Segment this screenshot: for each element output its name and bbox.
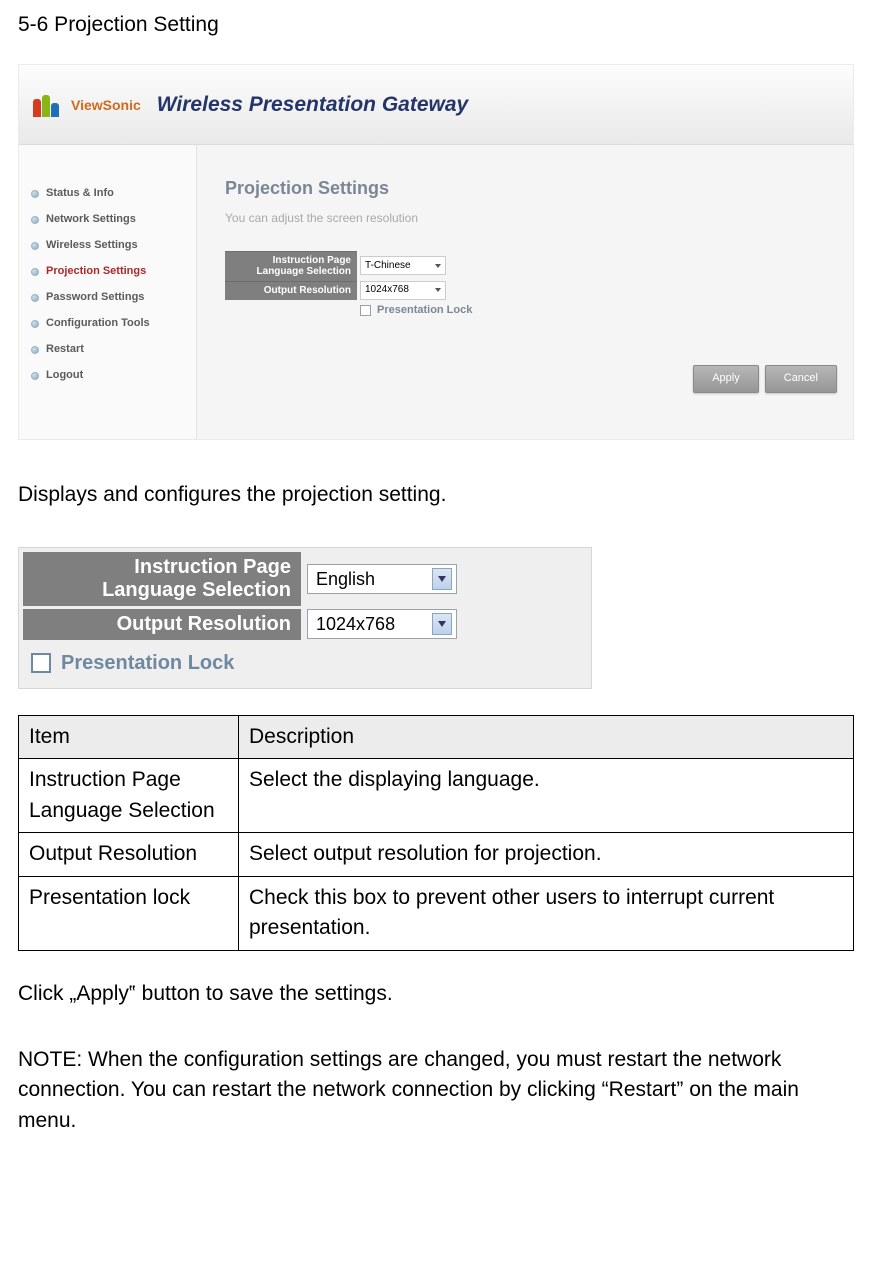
sidebar-item-configuration-tools[interactable]: Configuration Tools bbox=[19, 311, 196, 337]
description-table: Item Description Instruction Page Langua… bbox=[18, 715, 854, 951]
sidebar-item-label: Status & Info bbox=[46, 186, 114, 202]
sidebar-item-label: Configuration Tools bbox=[46, 316, 150, 332]
table-cell-desc: Select output resolution for projection. bbox=[239, 833, 854, 876]
bullet-icon bbox=[31, 372, 39, 380]
panel-title: Projection Settings bbox=[225, 175, 825, 201]
table-row: Presentation lockCheck this box to preve… bbox=[19, 876, 854, 950]
chevron-down-icon bbox=[435, 288, 441, 292]
bullet-icon bbox=[31, 320, 39, 328]
resolution-value-large: 1024x768 bbox=[316, 611, 395, 637]
presentation-lock-checkbox-large[interactable] bbox=[31, 653, 51, 673]
sidebar-item-label: Wireless Settings bbox=[46, 238, 138, 254]
language-value-large: English bbox=[316, 566, 375, 592]
panel-subtitle: You can adjust the screen resolution bbox=[225, 210, 825, 227]
header-title: Wireless Presentation Gateway bbox=[157, 90, 468, 120]
bullet-icon bbox=[31, 346, 39, 354]
brand-text: ViewSonic bbox=[71, 95, 141, 115]
bullet-icon bbox=[31, 242, 39, 250]
table-cell-desc: Check this box to prevent other users to… bbox=[239, 876, 854, 950]
table-header-desc: Description bbox=[239, 715, 854, 758]
language-value: T-Chinese bbox=[365, 259, 411, 274]
sidebar-item-restart[interactable]: Restart bbox=[19, 337, 196, 363]
sidebar-item-label: Projection Settings bbox=[46, 264, 146, 280]
chevron-down-icon bbox=[432, 613, 452, 635]
intro-text: Displays and configures the projection s… bbox=[18, 480, 854, 510]
apply-note: Click „Apply‟ button to save the setting… bbox=[18, 979, 854, 1009]
apply-button[interactable]: Apply bbox=[693, 365, 759, 393]
sidebar-item-label: Restart bbox=[46, 342, 84, 358]
language-select[interactable]: T-Chinese bbox=[360, 256, 446, 275]
cancel-button[interactable]: Cancel bbox=[765, 365, 837, 393]
sidebar-item-label: Logout bbox=[46, 368, 83, 384]
table-cell-desc: Select the displaying language. bbox=[239, 759, 854, 833]
table-cell-item: Output Resolution bbox=[19, 833, 239, 876]
sidebar-item-label: Network Settings bbox=[46, 212, 136, 228]
table-cell-item: Instruction Page Language Selection bbox=[19, 759, 239, 833]
table-cell-item: Presentation lock bbox=[19, 876, 239, 950]
main-panel: Projection Settings You can adjust the s… bbox=[197, 145, 853, 439]
sidebar-item-label: Password Settings bbox=[46, 290, 144, 306]
sidebar-item-status-info[interactable]: Status & Info bbox=[19, 181, 196, 207]
sidebar: Status & Info Network Settings Wireless Se… bbox=[19, 145, 197, 439]
chevron-down-icon bbox=[435, 264, 441, 268]
viewsonic-logo-icon bbox=[33, 93, 61, 117]
bullet-icon bbox=[31, 216, 39, 224]
sidebar-item-wireless-settings[interactable]: Wireless Settings bbox=[19, 233, 196, 259]
resolution-value: 1024x768 bbox=[365, 283, 409, 298]
admin-screenshot: ViewSonic Wireless Presentation Gateway … bbox=[18, 64, 854, 440]
bullet-icon bbox=[31, 268, 39, 276]
presentation-lock-label-large: Presentation Lock bbox=[61, 649, 234, 678]
chevron-down-icon bbox=[432, 568, 452, 590]
resolution-label: Output Resolution bbox=[225, 281, 357, 300]
presentation-lock-checkbox[interactable] bbox=[360, 305, 371, 316]
bullet-icon bbox=[31, 294, 39, 302]
sidebar-item-projection-settings[interactable]: Projection Settings bbox=[19, 259, 196, 285]
sidebar-item-logout[interactable]: Logout bbox=[19, 363, 196, 389]
table-row: Output ResolutionSelect output resolutio… bbox=[19, 833, 854, 876]
bullet-icon bbox=[31, 190, 39, 198]
resolution-select[interactable]: 1024x768 bbox=[360, 281, 446, 300]
restart-note: NOTE: When the configuration settings ar… bbox=[18, 1045, 854, 1136]
app-header: ViewSonic Wireless Presentation Gateway bbox=[19, 65, 853, 145]
settings-detail: Instruction Page Language Selection Engl… bbox=[18, 547, 592, 689]
sidebar-item-network-settings[interactable]: Network Settings bbox=[19, 207, 196, 233]
language-label: Instruction Page Language Selection bbox=[225, 251, 357, 281]
table-row: Instruction Page Language SelectionSelec… bbox=[19, 759, 854, 833]
resolution-label-large: Output Resolution bbox=[23, 609, 301, 640]
presentation-lock-label: Presentation Lock bbox=[377, 303, 472, 319]
sidebar-item-password-settings[interactable]: Password Settings bbox=[19, 285, 196, 311]
table-header-item: Item bbox=[19, 715, 239, 758]
language-label-large: Instruction Page Language Selection bbox=[23, 552, 301, 606]
language-select-large[interactable]: English bbox=[307, 564, 457, 594]
section-heading: 5-6 Projection Setting bbox=[18, 10, 854, 40]
resolution-select-large[interactable]: 1024x768 bbox=[307, 609, 457, 639]
